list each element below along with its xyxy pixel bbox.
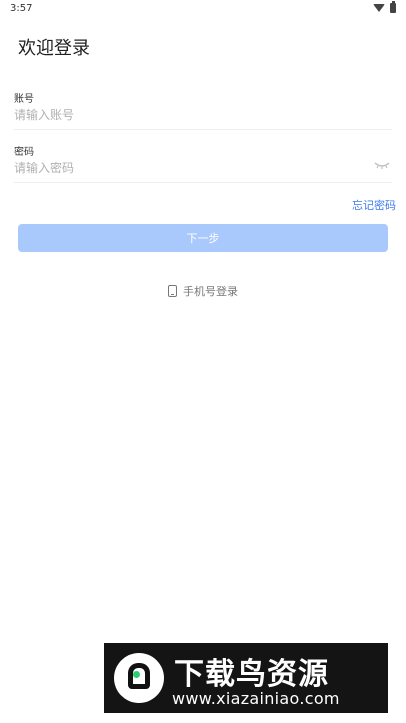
phone-login-link[interactable]: 手机号登录 xyxy=(0,283,406,299)
next-button[interactable]: 下一步 xyxy=(18,224,388,252)
bird-logo-icon xyxy=(114,653,164,703)
account-input[interactable] xyxy=(14,103,392,127)
password-divider xyxy=(14,182,392,183)
status-icons xyxy=(373,1,396,13)
password-input[interactable] xyxy=(14,156,364,180)
status-bar: 3:57 xyxy=(0,0,406,18)
watermark-title: 下载鸟资源 xyxy=(174,657,329,692)
forgot-password-link[interactable]: 忘记密码 xyxy=(352,197,396,213)
phone-login-label: 手机号登录 xyxy=(183,285,238,298)
battery-icon xyxy=(390,1,396,13)
status-time: 3:57 xyxy=(10,3,33,14)
phone-icon xyxy=(168,285,177,297)
page-title: 欢迎登录 xyxy=(18,38,90,59)
wifi-icon xyxy=(373,4,385,12)
account-divider xyxy=(14,129,392,130)
watermark-url: www.xiazainiao.com xyxy=(172,689,340,708)
watermark-banner: 下载鸟资源 www.xiazainiao.com xyxy=(104,643,388,713)
eye-closed-icon[interactable] xyxy=(374,160,390,170)
